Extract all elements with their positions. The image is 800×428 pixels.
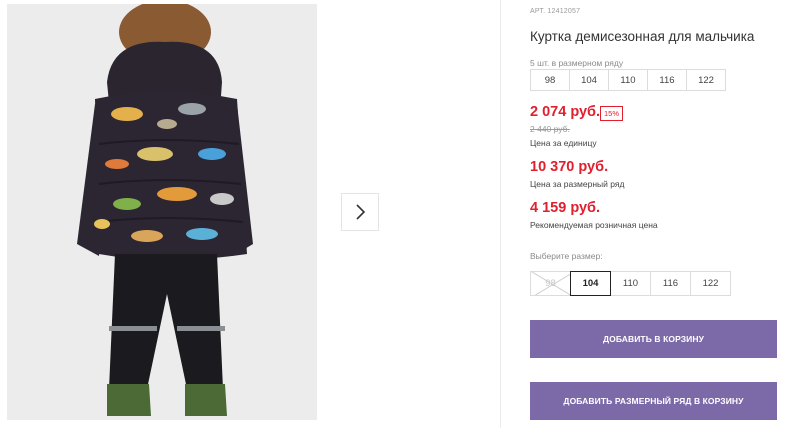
child-in-jacket-image (7, 4, 317, 420)
range-price: 10 370 руб. (530, 159, 609, 175)
size-selector: 98 104 110 116 122 (530, 271, 731, 296)
size-select-label: Выберите размер: (530, 251, 603, 261)
retail-price: 4 159 руб. (530, 200, 601, 216)
old-price: 2 440 руб. (530, 124, 570, 134)
range-price-caption: Цена за размерный ряд (530, 179, 625, 189)
article-number: АРТ. 12412057 (530, 8, 581, 15)
range-label: 5 шт. в размерном ряду (530, 58, 624, 68)
size-option[interactable]: 110 (610, 271, 651, 296)
product-title: Куртка демисезонная для мальчика (530, 29, 755, 44)
range-size: 122 (686, 69, 726, 91)
range-size: 98 (530, 69, 570, 91)
size-option-selected[interactable]: 104 (570, 271, 611, 296)
range-size: 116 (647, 69, 687, 91)
product-photo[interactable] (7, 4, 317, 420)
add-range-to-cart-button[interactable]: ДОБАВИТЬ РАЗМЕРНЫЙ РЯД В КОРЗИНУ (530, 382, 777, 420)
discount-badge: 15% (600, 106, 624, 121)
add-to-cart-button[interactable]: ДОБАВИТЬ В КОРЗИНУ (530, 320, 777, 358)
gallery-next-button[interactable] (341, 193, 379, 231)
unit-price: 2 074 руб. (530, 104, 601, 120)
size-option[interactable]: 122 (690, 271, 731, 296)
product-gallery (0, 0, 501, 428)
range-size: 110 (608, 69, 648, 91)
retail-price-caption: Рекомендуемая розничная цена (530, 220, 658, 230)
range-size: 104 (569, 69, 609, 91)
unit-price-caption: Цена за единицу (530, 138, 597, 148)
size-option-unavailable: 98 (530, 271, 571, 296)
chevron-right-icon (356, 204, 366, 220)
product-info-panel: АРТ. 12412057 Куртка демисезонная для ма… (530, 0, 790, 428)
range-sizes: 98 104 110 116 122 (530, 69, 726, 91)
size-option[interactable]: 116 (650, 271, 691, 296)
